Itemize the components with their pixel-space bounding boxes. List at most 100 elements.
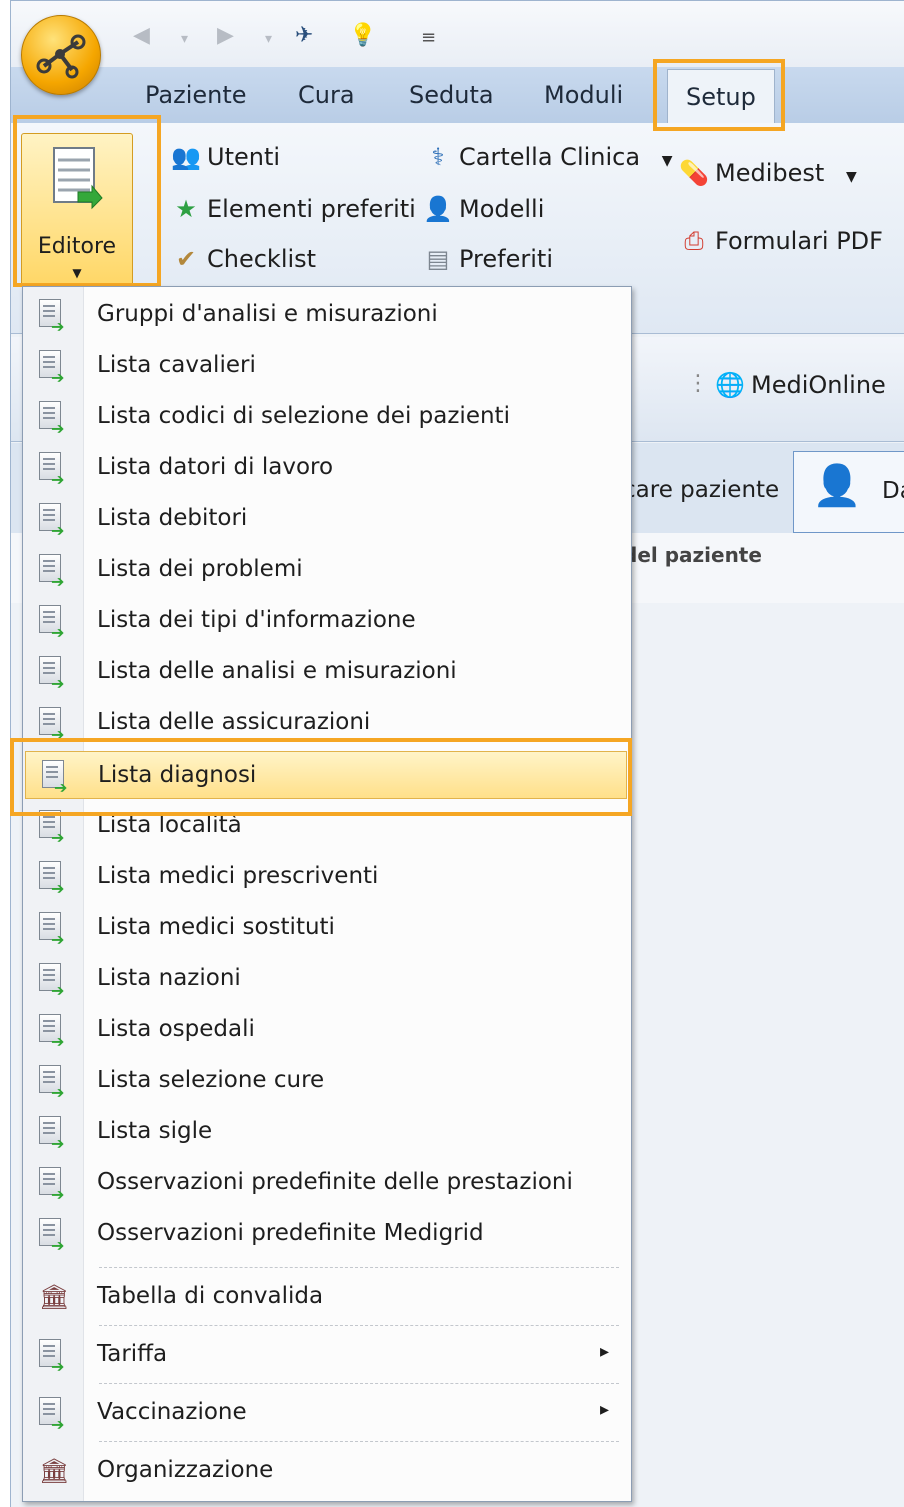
formulari-pdf-label: Formulari PDF [715, 227, 883, 255]
menu-separator [99, 1441, 619, 1442]
menu-item-lista-codici[interactable]: ➔ Lista codici di selezione dei pazienti [23, 393, 631, 441]
menu-item-lista-medici-sostituti[interactable]: ➔ Lista medici sostituti [23, 904, 631, 952]
editor-doc-icon: ➔ [39, 452, 65, 489]
formulari-pdf-button[interactable]: ⎙ Formulari PDF [679, 227, 883, 255]
menu-item-lista-ospedali[interactable]: ➔ Lista ospedali [23, 1006, 631, 1054]
person-icon: 👤 [423, 195, 453, 223]
menu-item-label: Tariffa [97, 1341, 168, 1367]
star-icon: ★ [175, 195, 197, 223]
tab-seduta[interactable]: Seduta [409, 81, 494, 109]
menu-item-lista-selezione-cure[interactable]: ➔ Lista selezione cure [23, 1057, 631, 1105]
checklist-button[interactable]: ✔ Checklist [171, 245, 316, 273]
menu-item-label: Lista delle analisi e misurazioni [97, 658, 457, 684]
menu-item-lista-assicurazioni[interactable]: ➔ Lista delle assicurazioni [23, 699, 631, 747]
menu-item-label: Lista debitori [97, 505, 248, 531]
menu-item-label: Lista dei tipi d'informazione [97, 607, 416, 633]
menu-item-tabella-convalida[interactable]: 🏛 Tabella di convalida [23, 1273, 631, 1321]
menu-item-osservazioni-prestazioni[interactable]: ➔ Osservazioni predefinite delle prestaz… [23, 1159, 631, 1207]
menu-item-gruppi-analisi[interactable]: ➔ Gruppi d'analisi e misurazioni [23, 291, 631, 339]
editor-doc-icon: ➔ [39, 656, 65, 693]
menu-item-lista-nazioni[interactable]: ➔ Lista nazioni [23, 955, 631, 1003]
menu-item-label: Organizzazione [97, 1457, 274, 1483]
menu-item-label: Lista nazioni [97, 965, 241, 991]
cartella-clinica-label: Cartella Clinica [459, 143, 641, 171]
editor-doc-icon: ➔ [39, 299, 65, 336]
utenti-label: Utenti [207, 143, 281, 171]
menu-item-lista-medici-prescriventi[interactable]: ➔ Lista medici prescriventi [23, 853, 631, 901]
customize-qat-icon[interactable]: ≡ [421, 27, 436, 48]
editor-doc-icon: ➔ [39, 963, 65, 1000]
ribbon-tab-bar: Paziente Cura Seduta Moduli Setup [11, 67, 904, 124]
menu-item-label: Lista località [97, 812, 242, 838]
menu-item-lista-sigle[interactable]: ➔ Lista sigle [23, 1108, 631, 1156]
back-icon[interactable]: ◀ [133, 23, 150, 48]
quick-access-toolbar: ◀ ▾ ▶ ▾ ✈ 💡 ≡ [11, 1, 904, 67]
menu-item-lista-tipi-informazione[interactable]: ➔ Lista dei tipi d'informazione [23, 597, 631, 645]
menu-item-label: Lista codici di selezione dei pazienti [97, 403, 510, 429]
menu-item-lista-diagnosi[interactable]: ➔ Lista diagnosi [25, 751, 627, 799]
lightbulb-icon[interactable]: 💡 [349, 23, 376, 48]
editor-doc-icon: ➔ [39, 1065, 65, 1102]
building-icon: 🏛 [39, 1283, 70, 1311]
pdf-icon: ⎙ [684, 227, 704, 255]
editore-label: Editore [37, 234, 117, 259]
menu-item-label: Osservazioni predefinite Medigrid [97, 1220, 484, 1246]
chevron-down-icon: ▼ [72, 266, 82, 280]
tab-setup[interactable]: Setup [667, 69, 775, 124]
preferiti-button[interactable]: ▤ Preferiti [423, 245, 553, 273]
menu-item-label: Lista cavalieri [97, 352, 256, 378]
menu-item-vaccinazione[interactable]: ➔ Vaccinazione ▸ [23, 1389, 631, 1437]
editor-doc-icon: ➔ [39, 503, 65, 540]
elementi-preferiti-button[interactable]: ★ Elementi preferiti [171, 195, 416, 223]
tab-cercare-paziente[interactable]: care paziente [623, 477, 779, 503]
menu-item-organizzazione[interactable]: 🏛 Organizzazione [23, 1447, 631, 1495]
chevron-down-icon[interactable]: ▾ [181, 31, 188, 47]
menu-item-tariffa[interactable]: ➔ Tariffa ▸ [23, 1331, 631, 1379]
app-menu-button[interactable] [21, 15, 101, 95]
editore-dropdown-menu: ➔ Gruppi d'analisi e misurazioni ➔ Lista… [22, 286, 632, 1502]
document-icon: ▤ [426, 245, 450, 273]
pill-icon: 💊 [679, 159, 709, 187]
forward-icon[interactable]: ▶ [217, 23, 234, 48]
chevron-down-icon[interactable]: ▾ [265, 31, 272, 47]
menu-item-label: Gruppi d'analisi e misurazioni [97, 301, 438, 327]
editor-doc-icon: ➔ [39, 350, 65, 387]
app-logo-icon [36, 34, 86, 79]
menu-item-osservazioni-medigrid[interactable]: ➔ Osservazioni predefinite Medigrid [23, 1210, 631, 1258]
editor-table-icon [53, 147, 103, 210]
tab-cura[interactable]: Cura [298, 81, 355, 109]
chevron-down-icon: ▼ [845, 169, 857, 185]
menu-item-label: Lista datori di lavoro [97, 454, 334, 480]
menu-item-lista-analisi[interactable]: ➔ Lista delle analisi e misurazioni [23, 648, 631, 696]
menu-separator [99, 1267, 619, 1268]
menu-item-lista-debitori[interactable]: ➔ Lista debitori [23, 495, 631, 543]
editor-doc-icon: ➔ [39, 707, 65, 744]
plane-icon[interactable]: ✈ [295, 23, 313, 48]
menu-separator [99, 1383, 619, 1384]
chevron-down-icon: ▼ [661, 153, 673, 169]
tab-paziente[interactable]: Paziente [145, 81, 247, 109]
editore-button[interactable]: Editore ▼ [21, 133, 133, 287]
menu-item-label: Lista sigle [97, 1118, 213, 1144]
cartella-clinica-button[interactable]: ⚕ Cartella Clinica ▼ [423, 143, 673, 171]
editor-doc-icon: ➔ [39, 1397, 65, 1434]
modelli-button[interactable]: 👤 Modelli [423, 195, 544, 223]
menu-item-lista-cavalieri[interactable]: ➔ Lista cavalieri [23, 342, 631, 390]
medionline-label: MediOnline [751, 371, 886, 399]
utenti-button[interactable]: 👥 Utenti [171, 143, 280, 171]
modelli-label: Modelli [459, 195, 545, 223]
menu-item-lista-datori[interactable]: ➔ Lista datori di lavoro [23, 444, 631, 492]
menu-item-label: Tabella di convalida [97, 1283, 324, 1309]
menu-item-label: Osservazioni predefinite delle prestazio… [97, 1169, 573, 1195]
users-icon: 👥 [171, 143, 201, 171]
menu-item-label: Lista medici prescriventi [97, 863, 379, 889]
menu-item-lista-problemi[interactable]: ➔ Lista dei problemi [23, 546, 631, 594]
editor-doc-icon: ➔ [42, 760, 68, 797]
submenu-arrow-icon: ▸ [599, 1399, 609, 1420]
medionline-button[interactable]: 🌐 MediOnline [715, 371, 886, 399]
medibest-button[interactable]: 💊 Medibest ▼ [679, 159, 857, 187]
tab-moduli[interactable]: Moduli [544, 81, 623, 109]
editor-doc-icon: ➔ [39, 554, 65, 591]
tab-dati-paziente[interactable]: 👤 Da [793, 451, 904, 533]
menu-item-lista-localita[interactable]: ➔ Lista località [23, 802, 631, 850]
